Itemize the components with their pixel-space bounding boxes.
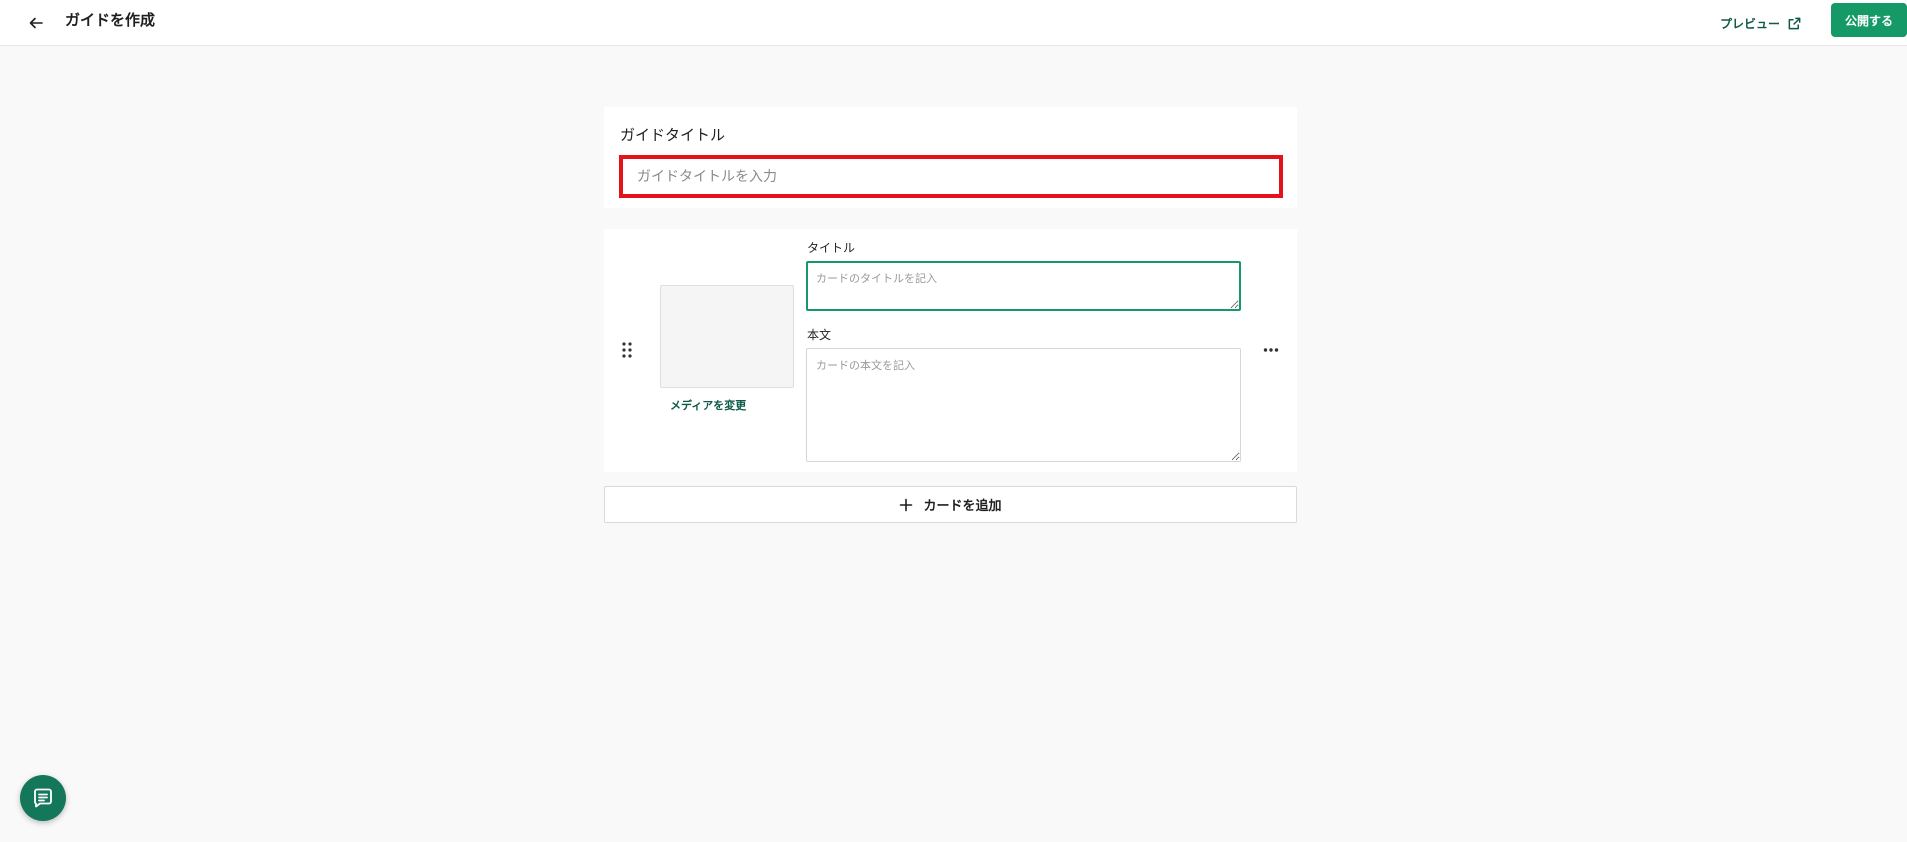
chat-button[interactable] — [20, 775, 66, 821]
card-media-placeholder[interactable] — [660, 285, 794, 388]
preview-link[interactable]: プレビュー — [1720, 11, 1802, 35]
add-card-label: カードを追加 — [923, 499, 1002, 514]
card-more-button[interactable] — [1259, 338, 1283, 362]
drag-handle-icon[interactable] — [620, 341, 634, 359]
preview-label: プレビュー — [1720, 16, 1781, 31]
page-title: ガイドを作成 — [65, 11, 156, 29]
guide-title-input[interactable] — [619, 155, 1283, 198]
guide-title-label: ガイドタイトル — [620, 126, 726, 144]
guide-card: メディアを変更 タイトル 本文 — [604, 229, 1297, 472]
top-bar: ガイドを作成 プレビュー 公開する — [0, 0, 1907, 46]
add-card-button[interactable]: カードを追加 — [604, 486, 1297, 523]
arrow-left-icon — [29, 17, 43, 29]
more-horizontal-icon — [1263, 348, 1279, 352]
chat-icon — [34, 788, 52, 808]
external-link-icon — [1788, 17, 1801, 29]
card-body-label: 本文 — [807, 328, 832, 342]
card-title-input[interactable] — [806, 261, 1241, 311]
card-title-label: タイトル — [807, 241, 856, 255]
back-button[interactable] — [24, 11, 48, 35]
publish-button[interactable]: 公開する — [1831, 3, 1907, 37]
card-body-input[interactable] — [806, 348, 1241, 462]
guide-title-panel: ガイドタイトル — [604, 107, 1297, 208]
change-media-link[interactable]: メディアを変更 — [670, 397, 746, 413]
plus-icon — [900, 498, 913, 511]
